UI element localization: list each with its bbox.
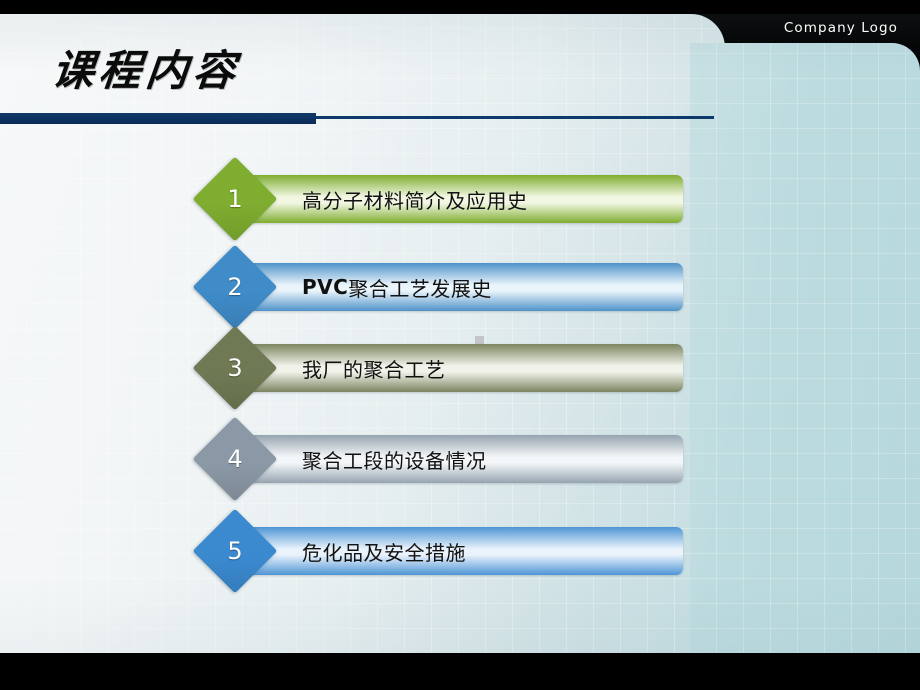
- agenda-item-4[interactable]: 4 聚合工段的设备情况: [192, 416, 683, 502]
- agenda-item-number: 5: [227, 537, 243, 565]
- title-rule-thin: [316, 116, 714, 119]
- agenda-item-label: 我厂的聚合工艺: [302, 357, 446, 382]
- page-title: 课程内容: [49, 46, 243, 95]
- agenda-item-number: 3: [227, 354, 243, 382]
- top-black-band: [0, 0, 920, 14]
- agenda-item-3[interactable]: 3 我厂的聚合工艺: [192, 325, 683, 411]
- agenda-item-label: 危化品及安全措施: [302, 540, 466, 565]
- agenda-item-label: 高分子材料简介及应用史: [302, 188, 528, 213]
- title-rule-thick: [0, 113, 316, 124]
- agenda-item-2[interactable]: 2 PVC 聚合工艺发展史: [192, 244, 683, 330]
- agenda-item-5[interactable]: 5 危化品及安全措施: [192, 508, 683, 594]
- agenda-item-label: 聚合工段的设备情况: [302, 448, 487, 473]
- agenda-item-number: 2: [227, 273, 243, 301]
- agenda-item-1[interactable]: 1 高分子材料简介及应用史: [192, 156, 683, 242]
- company-logo-text: Company Logo: [783, 20, 898, 36]
- slide-canvas: Company Logo 课程内容 1 高分子材料简介及应用史 2 PVC 聚合工艺发展…: [0, 0, 920, 690]
- bottom-black-band: [0, 653, 920, 690]
- background-panel-right: [690, 43, 920, 653]
- agenda-item-label: PVC 聚合工艺发展史: [302, 275, 492, 301]
- agenda-item-number: 4: [227, 445, 243, 473]
- agenda-item-number: 1: [227, 185, 243, 213]
